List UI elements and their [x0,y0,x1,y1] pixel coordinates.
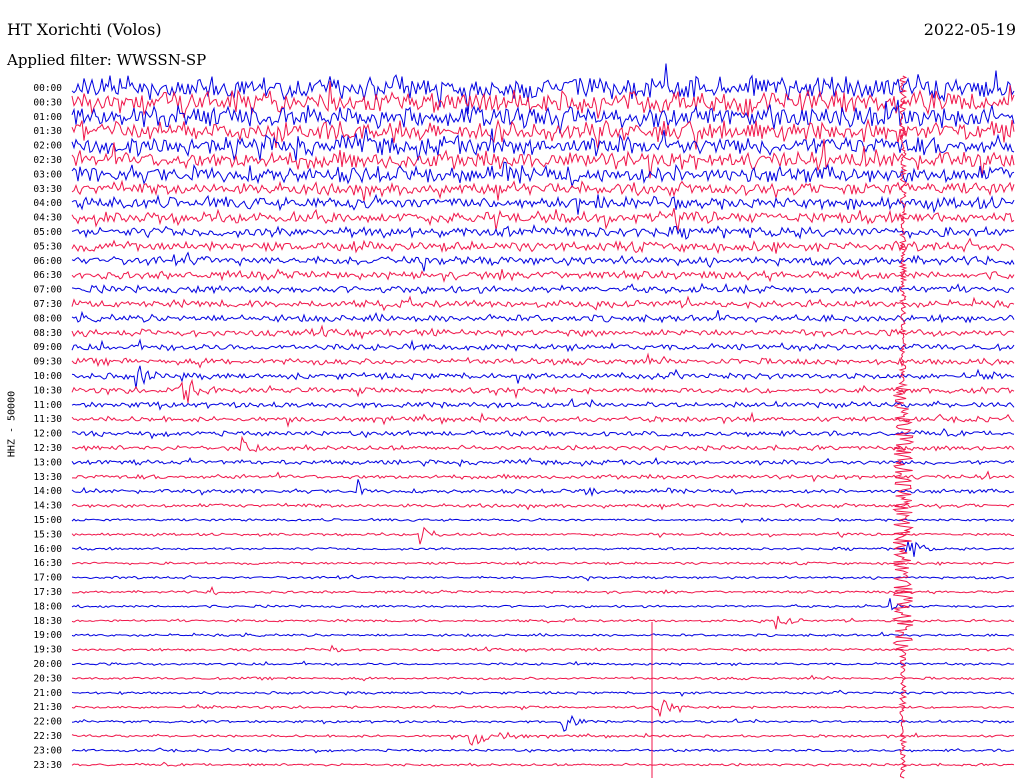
trace-row-1930 [71,644,1014,653]
trace-row-2300 [71,747,1014,754]
row-label-2230: 22:30 [33,731,62,742]
row-label-1000: 10:00 [33,371,62,382]
row-label-2200: 22:00 [33,717,62,728]
trace-row-1300 [71,457,1015,468]
trace-row-2230 [71,731,1015,746]
row-label-2330: 23:30 [33,760,62,771]
trace-row-2030 [71,674,1015,682]
trace-row-0330 [71,179,1015,202]
trace-row-0530 [71,237,1015,255]
trace-row-1730 [71,586,1015,596]
trace-row-1800 [71,598,1015,611]
trace-row-0830 [71,324,1015,340]
event-spike-major [891,75,915,779]
row-label-1630: 16:30 [33,558,62,569]
row-label-1200: 12:00 [33,429,62,440]
row-label-2030: 20:30 [33,673,62,684]
trace-row-2130 [71,699,1015,717]
trace-row-0000 [71,63,1015,114]
trace-row-1900 [71,631,1015,638]
row-label-0100: 01:00 [33,112,62,123]
row-label-0830: 08:30 [33,328,62,339]
row-label-1600: 16:00 [33,544,62,555]
trace-row-1000 [71,365,1015,389]
row-label-0230: 02:30 [33,155,62,166]
row-label-0600: 06:00 [33,256,62,267]
row-label-0430: 04:30 [33,213,62,224]
row-label-1300: 13:00 [33,457,62,468]
helicorder-view: HT Xorichti (Volos) 2022-05-19 Applied f… [0,0,1024,780]
row-label-0400: 04:00 [33,198,62,209]
row-label-2100: 21:00 [33,688,62,699]
trace-row-1030 [71,378,1015,403]
trace-row-1530 [71,526,1014,545]
trace-row-0730 [71,295,1015,312]
row-label-1800: 18:00 [33,601,62,612]
row-label-0300: 03:00 [33,169,62,180]
trace-row-1830 [71,615,1015,630]
trace-row-1330 [72,470,1015,483]
trace-row-0700 [71,282,1015,295]
trace-row-1130 [71,411,1015,428]
trace-row-1630 [71,561,1015,566]
row-label-0730: 07:30 [33,299,62,310]
trace-row-2100 [71,689,1015,697]
trace-row-2000 [71,660,1015,667]
trace-row-0600 [71,251,1015,272]
trace-row-1430 [71,502,1015,511]
row-label-1930: 19:30 [33,645,62,656]
helicorder-plot: 00:00 00:30 01:00 01:30 02:00 02:30 03:00 03:30… [33,63,1015,779]
row-label-2000: 20:00 [33,659,62,670]
trace-row-0630 [71,268,1015,283]
trace-row-1500 [71,517,1015,524]
row-label-0800: 08:00 [33,313,62,324]
trace-row-1100 [71,397,1015,411]
row-label-0000: 00:00 [33,83,62,94]
row-label-0330: 03:30 [33,184,62,195]
trace-row-1200 [71,428,1015,440]
row-label-2300: 23:00 [33,745,62,756]
row-label-1830: 18:30 [33,616,62,627]
row-label-1330: 13:30 [33,472,62,483]
row-label-0200: 02:00 [33,141,62,152]
row-label-1730: 17:30 [33,587,62,598]
row-label-1230: 12:30 [33,443,62,454]
trace-row-0500 [71,224,1015,240]
row-label-1530: 15:30 [33,529,62,540]
trace-row-0400 [71,193,1015,215]
row-label-0700: 07:00 [33,285,62,296]
trace-row-0430 [71,207,1015,231]
row-label-0930: 09:30 [33,357,62,368]
trace-row-1700 [71,574,1015,582]
row-label-0900: 09:00 [33,342,62,353]
row-label-2130: 21:30 [33,702,62,713]
row-label-0500: 05:00 [33,227,62,238]
row-label-1900: 19:00 [33,630,62,641]
row-label-1700: 17:00 [33,573,62,584]
row-label-0630: 06:30 [33,270,62,281]
row-label-1100: 11:00 [33,400,62,411]
trace-row-0930 [71,352,1015,369]
row-label-1130: 11:30 [33,414,62,425]
trace-row-0800 [71,310,1015,324]
row-label-0030: 00:30 [33,97,62,108]
trace-row-1230 [71,435,1015,453]
row-label-1430: 14:30 [33,501,62,512]
trace-row-2330 [71,761,1015,767]
trace-row-1600 [71,541,1015,557]
row-label-1030: 10:30 [33,385,62,396]
row-label-0530: 05:30 [33,241,62,252]
trace-row-2200 [71,714,1015,732]
row-label-1500: 15:00 [33,515,62,526]
row-label-1400: 14:00 [33,486,62,497]
trace-row-1400 [71,479,1015,497]
trace-row-0900 [71,338,1015,353]
row-label-0130: 01:30 [33,126,62,137]
